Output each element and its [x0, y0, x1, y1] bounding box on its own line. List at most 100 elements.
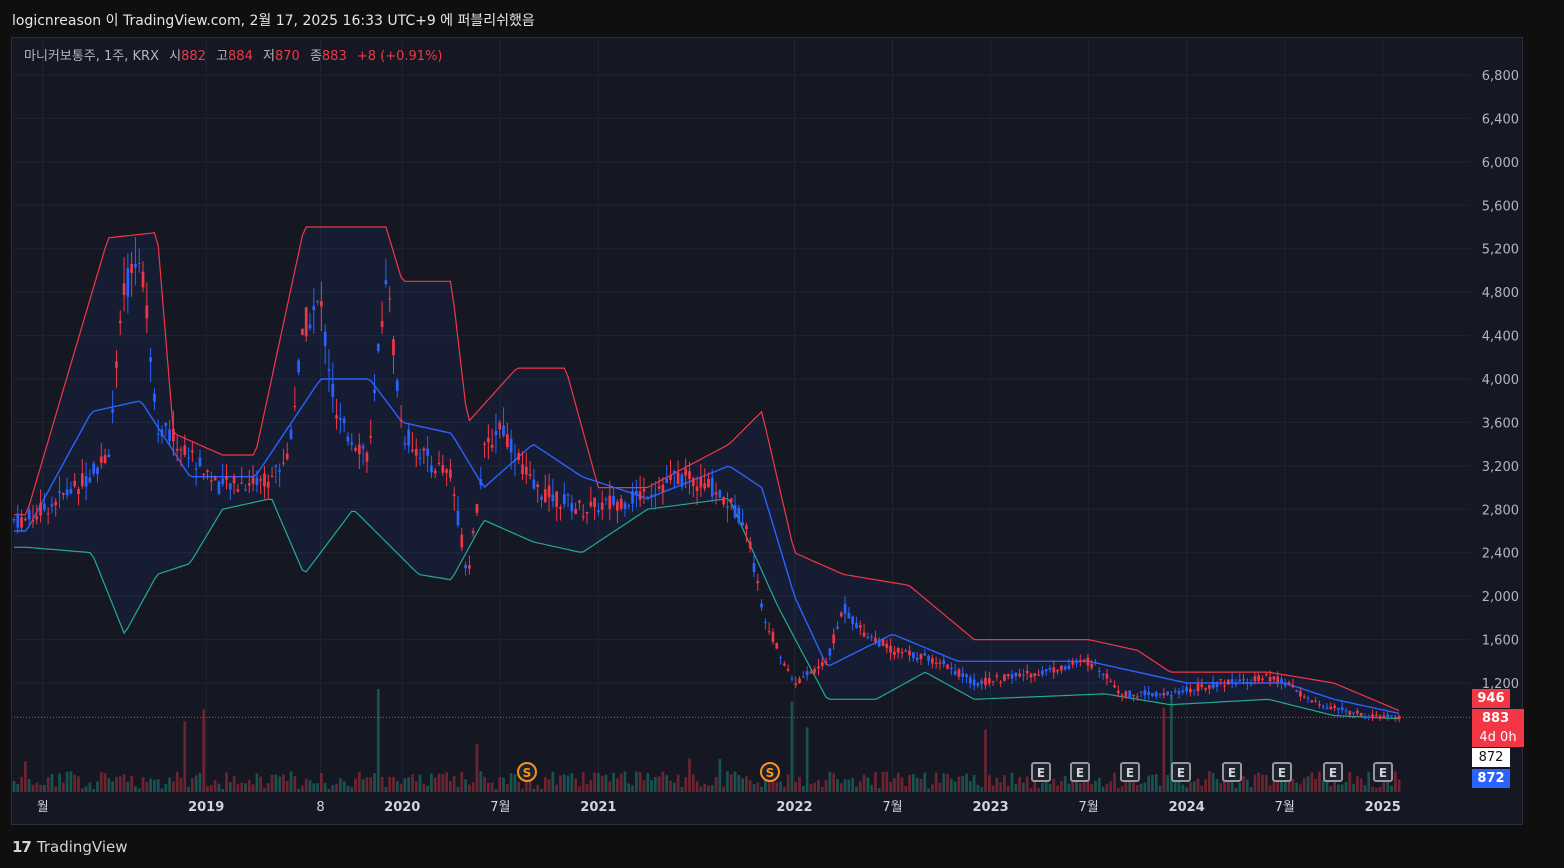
- volume-bar: [866, 777, 870, 792]
- candle-body: [562, 494, 566, 505]
- candle-body: [726, 506, 729, 508]
- candle-body: [1375, 714, 1378, 716]
- candle-body: [130, 263, 133, 274]
- y-tick-label: 2,400: [1482, 547, 1519, 562]
- volume-bar: [1018, 777, 1021, 792]
- candle-body: [487, 437, 490, 443]
- volume-bar: [88, 782, 92, 792]
- candle-body: [1162, 692, 1166, 696]
- candle-body: [99, 456, 103, 463]
- candle-body: [1356, 711, 1359, 714]
- candle-body: [555, 491, 559, 507]
- candle-body: [657, 486, 661, 489]
- earnings-event-marker[interactable]: E: [1120, 762, 1140, 782]
- lower-band-tag: 872: [1472, 748, 1510, 767]
- split-event-marker[interactable]: S: [760, 762, 780, 782]
- symbol-label[interactable]: 마니커보통주, 1주, KRX: [24, 49, 159, 64]
- candle-body: [889, 645, 892, 653]
- volume-bar: [703, 783, 707, 792]
- candle-body: [357, 444, 361, 455]
- candle-body: [24, 519, 27, 521]
- candle-body: [1067, 665, 1071, 670]
- volume-bar: [881, 771, 885, 792]
- volume-bar: [1356, 776, 1359, 792]
- candle-body: [1390, 715, 1393, 717]
- candle-body: [987, 678, 991, 684]
- candle-body: [1299, 691, 1302, 697]
- volume-bar: [847, 779, 851, 792]
- y-tick-label: 6,400: [1482, 112, 1519, 127]
- candle-body: [691, 478, 695, 486]
- y-tick-label: 3,600: [1482, 416, 1519, 431]
- volume-bar: [35, 782, 39, 792]
- candle-body: [653, 493, 657, 495]
- earnings-event-marker[interactable]: E: [1222, 762, 1242, 782]
- volume-bar: [733, 771, 737, 792]
- close-price-tag: 883: [1472, 709, 1524, 728]
- candle-body: [308, 324, 312, 329]
- volume-bar: [775, 782, 779, 792]
- candle-body: [543, 489, 547, 503]
- earnings-event-marker[interactable]: E: [1373, 762, 1393, 782]
- volume-bar: [430, 773, 433, 792]
- upper-band-tag: 946: [1472, 689, 1510, 708]
- volume-bar: [96, 781, 99, 792]
- time-axis: 월 2019 8 2020 7월 2021 2022 7월 2023 7월 2024 7월 2025: [37, 800, 1401, 815]
- candle-body: [1003, 674, 1006, 681]
- volume-bar: [107, 778, 111, 792]
- volume-bar: [646, 773, 650, 792]
- volume-bar: [407, 777, 411, 792]
- volume-bar: [270, 774, 274, 792]
- candle-body: [877, 639, 881, 647]
- volume-bar: [452, 775, 456, 792]
- earnings-event-marker[interactable]: E: [1272, 762, 1292, 782]
- volume-bar: [593, 772, 596, 792]
- candle-body: [1082, 659, 1086, 661]
- candle-body: [1139, 691, 1143, 693]
- split-event-marker[interactable]: S: [517, 762, 537, 782]
- volume-bar: [118, 776, 122, 792]
- earnings-event-marker[interactable]: E: [1171, 762, 1191, 782]
- volume-bar: [1006, 785, 1010, 792]
- volume-bar: [289, 771, 293, 792]
- earnings-event-marker[interactable]: E: [1323, 762, 1343, 782]
- candle-body: [509, 438, 513, 453]
- tradingview-logo-icon[interactable]: 17: [12, 838, 32, 856]
- candle-body: [589, 501, 593, 507]
- volume-bar: [350, 787, 354, 792]
- candle-body: [896, 648, 900, 653]
- volume-bar: [672, 782, 676, 792]
- candle-body: [597, 510, 600, 513]
- volume-bar: [999, 782, 1003, 792]
- candle-body: [289, 429, 293, 440]
- candle-body: [12, 519, 16, 521]
- candle-body: [801, 676, 805, 678]
- candle-body: [422, 448, 426, 451]
- candle-body: [1177, 691, 1181, 694]
- candle-body: [612, 496, 615, 505]
- volume-bar: [862, 774, 866, 792]
- candle-body: [1044, 669, 1048, 672]
- volume-bar: [585, 784, 589, 792]
- candle-body: [745, 525, 748, 530]
- earnings-event-marker[interactable]: E: [1031, 762, 1051, 782]
- volume-bar: [58, 773, 61, 792]
- candle-body: [536, 484, 540, 488]
- volume-bar: [61, 782, 65, 792]
- price-chart[interactable]: 6,800 6,400 6,000 5,600 5,200 4,800 4,400 4,000…: [0, 0, 1564, 868]
- volume-bar: [1253, 774, 1257, 792]
- candle-body: [145, 305, 149, 319]
- brand-name[interactable]: TradingView: [37, 838, 128, 856]
- candle-body: [232, 476, 236, 484]
- volume-bar: [232, 776, 236, 792]
- volume-bar: [331, 785, 335, 792]
- volume-bar: [813, 782, 817, 792]
- volume-bar: [1116, 788, 1120, 792]
- volume-bar: [1211, 773, 1215, 792]
- volume-bar: [217, 783, 221, 792]
- candle-body: [1018, 673, 1021, 677]
- volume-bar: [464, 779, 467, 792]
- earnings-event-marker[interactable]: E: [1070, 762, 1090, 782]
- volume-bar: [122, 774, 126, 792]
- volume-bar: [942, 773, 946, 792]
